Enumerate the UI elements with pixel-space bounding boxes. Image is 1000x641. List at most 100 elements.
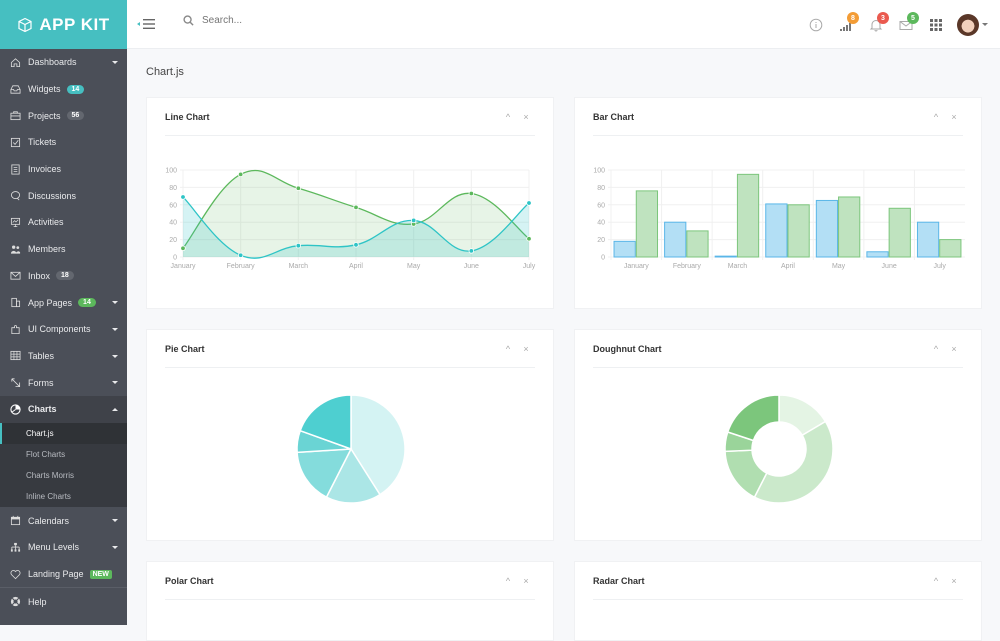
close-button[interactable]: ×: [945, 344, 963, 354]
info-button[interactable]: [801, 0, 831, 49]
x-tick-label: June: [464, 263, 479, 270]
y-tick-label: 60: [597, 202, 605, 209]
data-point[interactable]: [237, 252, 244, 258]
sidebar-item-label: Widgets: [28, 84, 61, 95]
collapse-button[interactable]: ^: [499, 112, 517, 122]
sidebar-item-label: Menu Levels: [28, 542, 80, 553]
sidebar-item-inbox[interactable]: Inbox 18: [0, 263, 127, 290]
sidebar-item-charts[interactable]: Charts: [0, 395, 127, 423]
card-title: Doughnut Chart: [593, 343, 662, 354]
sidebar-item-landing-page[interactable]: Landing Page NEW: [0, 561, 127, 588]
slice[interactable]: [726, 394, 780, 442]
top-icons: 8 3 5: [801, 0, 1000, 49]
sidebar-item-invoices[interactable]: Invoices: [0, 156, 127, 183]
bar[interactable]: [635, 190, 659, 258]
inbox-tray-icon: [9, 83, 21, 95]
sidebar-item-help[interactable]: Help: [0, 588, 127, 615]
bar[interactable]: [888, 207, 911, 258]
sidebar-item-tables[interactable]: Tables: [0, 343, 127, 370]
collapse-button[interactable]: ^: [927, 576, 945, 586]
collapse-button[interactable]: ^: [499, 344, 517, 354]
sidebar-item-members[interactable]: Members: [0, 236, 127, 263]
bar[interactable]: [714, 255, 737, 258]
submenu-item-inline-charts[interactable]: Inline Charts: [0, 486, 127, 507]
building-icon: [9, 297, 21, 309]
y-tick-label: 80: [169, 185, 177, 192]
x-tick-label: February: [227, 263, 256, 270]
data-point[interactable]: [353, 242, 359, 248]
menu-toggle-button[interactable]: [137, 16, 157, 32]
doughnut-chart-card: Doughnut Chart ^ ×: [574, 329, 982, 541]
y-tick-label: 100: [165, 168, 177, 175]
card-title: Pie Chart: [165, 343, 205, 354]
bar[interactable]: [787, 204, 810, 258]
close-button[interactable]: ×: [517, 112, 535, 122]
data-point[interactable]: [468, 190, 475, 197]
close-button[interactable]: ×: [945, 112, 963, 122]
user-menu[interactable]: [957, 13, 988, 36]
slice[interactable]: [753, 420, 834, 504]
data-point[interactable]: [180, 245, 186, 251]
sidebar-item-tickets[interactable]: Tickets: [0, 129, 127, 156]
chevron-down-icon: [112, 61, 118, 64]
bar[interactable]: [815, 199, 839, 258]
close-button[interactable]: ×: [517, 576, 535, 586]
sidebar-item-calendars[interactable]: Calendars: [0, 507, 127, 534]
activity-button[interactable]: 8: [831, 0, 861, 49]
count-badge: 56: [66, 111, 85, 121]
apps-button[interactable]: [921, 0, 951, 49]
bar[interactable]: [736, 173, 760, 258]
notifications-button[interactable]: 3: [861, 0, 891, 49]
bar[interactable]: [939, 239, 962, 258]
sidebar-item-app-pages[interactable]: App Pages 14: [0, 289, 127, 316]
user-avatar: [957, 13, 979, 36]
collapse-button[interactable]: ^: [499, 576, 517, 586]
bar[interactable]: [686, 230, 709, 258]
bar[interactable]: [866, 251, 889, 258]
data-point[interactable]: [410, 217, 417, 224]
lifebuoy-icon: [9, 596, 21, 608]
messages-button[interactable]: 5: [891, 0, 921, 49]
submenu-item-chart-js[interactable]: Chart.js: [0, 422, 127, 445]
document-icon: [9, 163, 21, 175]
submenu-item-flot-charts[interactable]: Flot Charts: [0, 444, 127, 465]
edit-icon: [9, 377, 21, 389]
bar[interactable]: [765, 203, 788, 258]
chevron-down-icon: [112, 354, 118, 358]
sidebar-item-ui-components[interactable]: UI Components: [0, 316, 127, 343]
sidebar-item-projects[interactable]: Projects 56: [0, 102, 127, 129]
data-point[interactable]: [526, 200, 532, 206]
sidebar-item-dashboards[interactable]: Dashboards: [0, 49, 127, 76]
data-point[interactable]: [526, 236, 532, 242]
submenu-item-charts-morris[interactable]: Charts Morris: [0, 465, 127, 486]
sidebar-item-activities[interactable]: Activities: [0, 209, 127, 236]
data-point[interactable]: [353, 204, 359, 211]
apps-grid-icon: [930, 18, 942, 31]
collapse-button[interactable]: ^: [927, 112, 945, 122]
sidebar-item-menu-levels[interactable]: Menu Levels: [0, 534, 127, 561]
data-point[interactable]: [237, 171, 244, 178]
sidebar-item-forms[interactable]: Forms: [0, 369, 127, 396]
close-button[interactable]: ×: [517, 344, 535, 354]
pie-chart-icon: [9, 403, 21, 415]
bar[interactable]: [613, 240, 636, 258]
bar[interactable]: [664, 221, 687, 258]
bar[interactable]: [916, 221, 940, 258]
brand-logo[interactable]: APP KIT: [0, 0, 127, 49]
checkbox-icon: [9, 136, 21, 148]
card-header: Polar Chart ^ ×: [165, 562, 535, 600]
collapse-button[interactable]: ^: [927, 344, 945, 354]
puzzle-icon: [9, 323, 21, 335]
sidebar-item-label: Invoices: [28, 164, 62, 175]
bar[interactable]: [838, 196, 861, 258]
search-input[interactable]: [202, 15, 402, 26]
data-point[interactable]: [295, 242, 302, 249]
data-point[interactable]: [295, 185, 302, 191]
close-button[interactable]: ×: [945, 576, 963, 586]
x-tick-label: July: [933, 263, 946, 270]
data-point[interactable]: [180, 194, 186, 200]
sidebar-item-discussions[interactable]: Discussions: [0, 182, 127, 209]
count-badge: NEW: [89, 569, 112, 579]
sidebar-item-widgets[interactable]: Widgets 14: [0, 76, 127, 103]
data-point[interactable]: [468, 248, 475, 254]
